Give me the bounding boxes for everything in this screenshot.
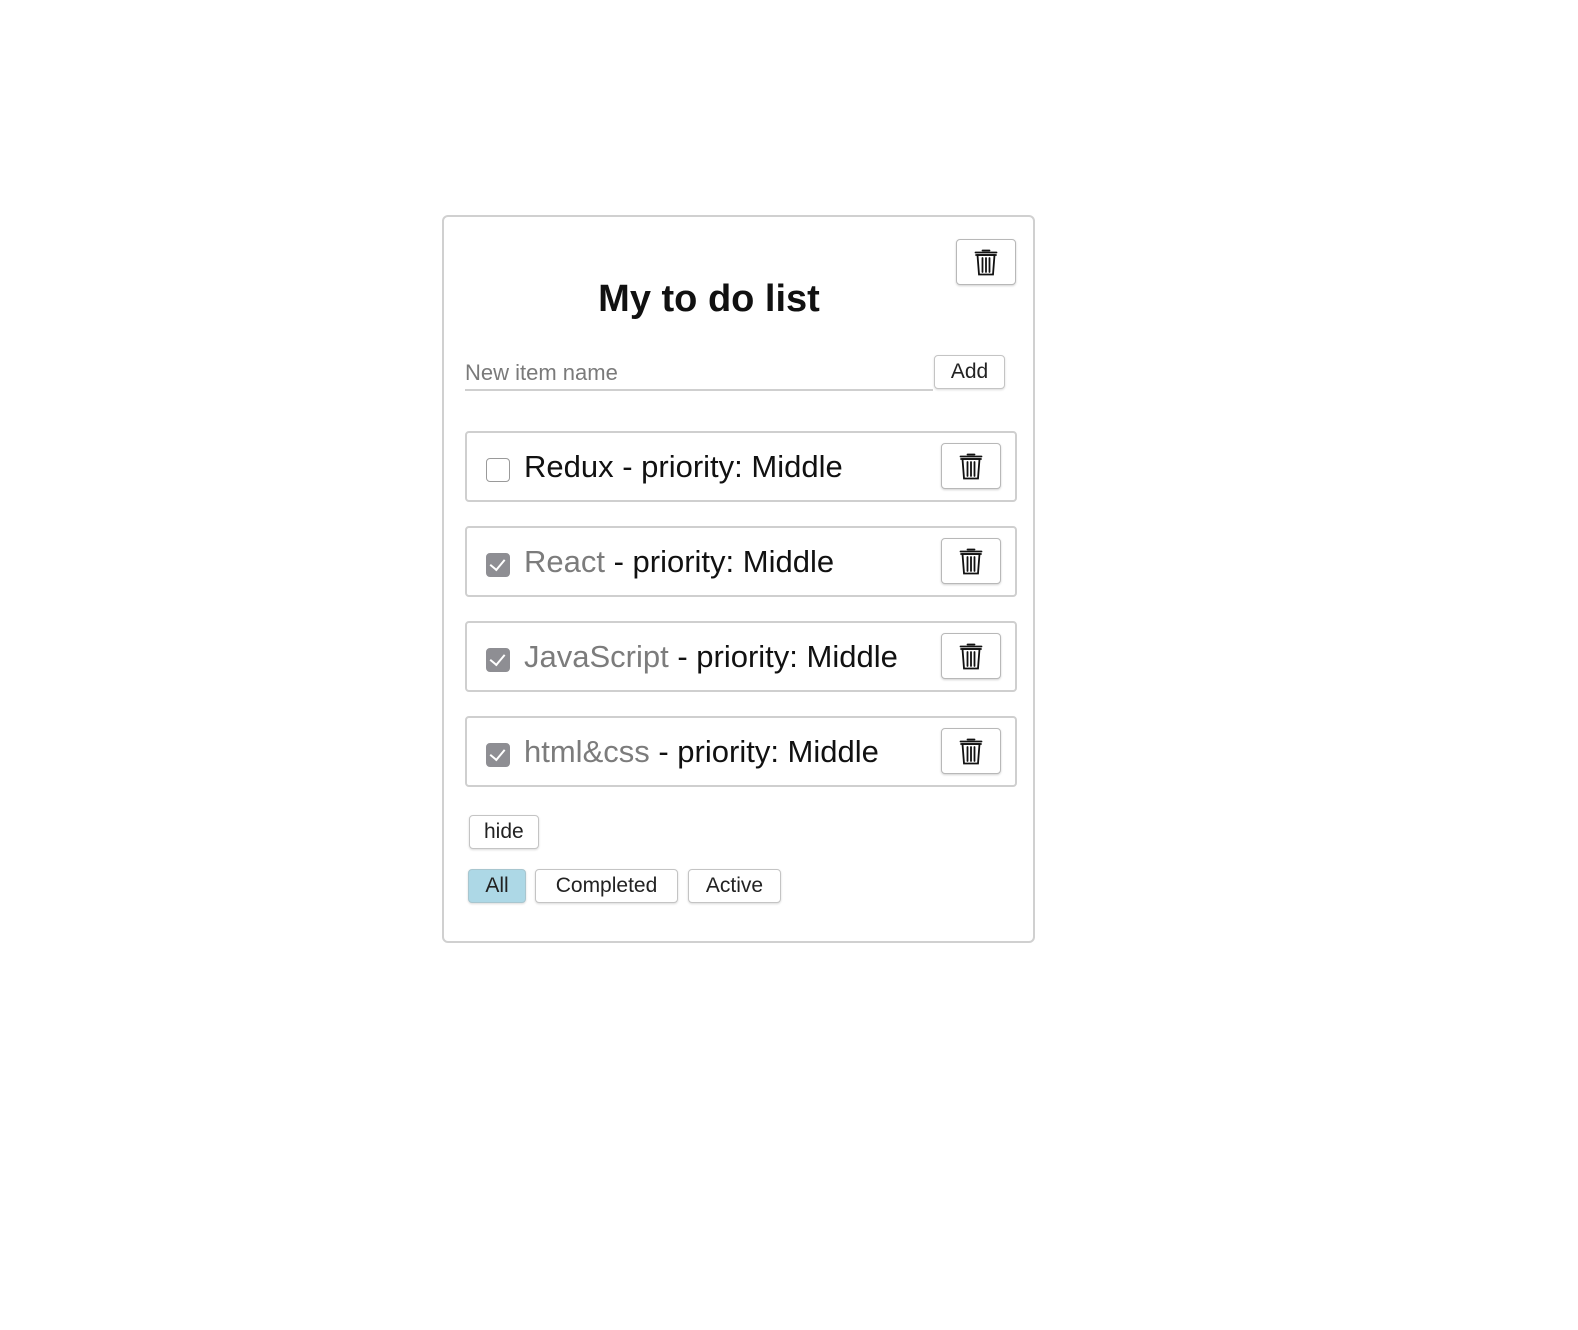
item-text: React - priority: Middle — [524, 542, 834, 582]
item-priority: Middle — [787, 734, 879, 769]
new-item-input[interactable] — [465, 357, 933, 391]
filter-active-button[interactable]: Active — [688, 869, 781, 903]
item-text: Redux - priority: Middle — [524, 447, 843, 487]
item-name: Redux — [524, 449, 614, 484]
item-name: html&css — [524, 734, 650, 769]
list-item: JavaScript - priority: Middle — [465, 621, 1017, 692]
trash-icon — [958, 546, 984, 576]
todo-list: Redux - priority: Middle React - priorit… — [465, 431, 1017, 811]
item-separator: - priority: — [613, 449, 752, 484]
item-text: html&css - priority: Middle — [524, 732, 879, 772]
hide-completed-button[interactable]: hide — [469, 815, 539, 849]
item-name: JavaScript — [524, 639, 669, 674]
item-separator: - priority: — [649, 734, 788, 769]
item-checkbox[interactable] — [486, 648, 510, 672]
item-priority: Middle — [806, 639, 898, 674]
trash-icon — [973, 247, 999, 277]
item-separator: - priority: — [604, 544, 743, 579]
item-priority: Middle — [751, 449, 843, 484]
item-name: React — [524, 544, 605, 579]
trash-icon — [958, 641, 984, 671]
item-checkbox[interactable] — [486, 553, 510, 577]
list-item: Redux - priority: Middle — [465, 431, 1017, 502]
item-checkbox[interactable] — [486, 743, 510, 767]
item-text: JavaScript - priority: Middle — [524, 637, 898, 677]
page-title: My to do list — [598, 278, 820, 320]
trash-icon — [958, 736, 984, 766]
delete-item-button[interactable] — [941, 538, 1001, 584]
item-priority: Middle — [742, 544, 835, 579]
delete-item-button[interactable] — [941, 728, 1001, 774]
filter-all-button[interactable]: All — [468, 869, 526, 903]
item-separator: - priority: — [668, 639, 807, 674]
list-item: html&css - priority: Middle — [465, 716, 1017, 787]
delete-item-button[interactable] — [941, 443, 1001, 489]
filter-completed-button[interactable]: Completed — [535, 869, 678, 903]
delete-item-button[interactable] — [941, 633, 1001, 679]
trash-icon — [958, 451, 984, 481]
add-button[interactable]: Add — [934, 355, 1005, 389]
list-item: React - priority: Middle — [465, 526, 1017, 597]
todo-card: My to do list Add Redux - priority: Midd… — [442, 215, 1035, 943]
item-checkbox[interactable] — [486, 458, 510, 482]
